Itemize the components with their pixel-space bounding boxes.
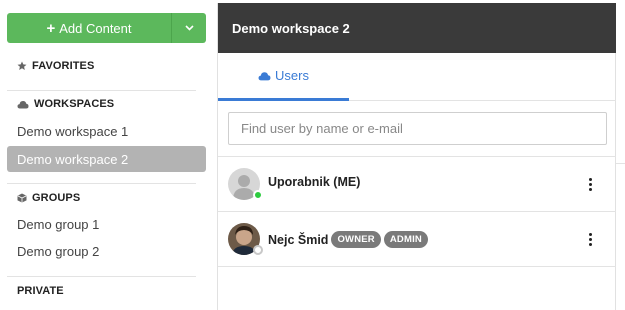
more-options-icon[interactable] [584,176,596,192]
cloud-icon [17,100,29,108]
section-groups[interactable]: GROUPS [17,192,80,204]
star-icon [17,61,27,70]
add-content-main[interactable]: + Add Content [7,13,172,43]
section-private-label: PRIVATE [17,285,64,297]
sidebar-item-label: Demo workspace 1 [17,123,129,139]
divider [7,183,196,184]
divider [7,90,196,91]
sidebar: + Add Content FAVORITES WORKSPACES Demo … [0,0,216,310]
user-search-bar [218,101,616,157]
owner-badge: OWNER [331,231,381,248]
tab-users-label: Users [275,68,309,83]
sidebar-item-demo-workspace-1[interactable]: Demo workspace 1 [7,118,206,144]
section-workspaces-label: WORKSPACES [34,98,115,110]
section-workspaces[interactable]: WORKSPACES [17,98,114,110]
add-content-label: Add Content [59,20,132,36]
sidebar-item-label: Demo group 2 [17,243,100,259]
workspace-tabs: Users [218,53,616,101]
sidebar-item-label: Demo group 1 [17,216,100,232]
tab-users[interactable]: Users [218,53,349,101]
page-title: Demo workspace 2 [232,20,350,36]
divider [7,276,196,277]
add-content-dropdown-toggle[interactable] [172,13,206,43]
cube-icon [17,193,27,203]
workspace-panel: Demo workspace 2 Users Uporabnik (ME) [217,3,616,310]
sidebar-item-demo-workspace-2[interactable]: Demo workspace 2 [7,146,206,172]
admin-badge: ADMIN [383,231,428,248]
user-row[interactable]: Uporabnik (ME) [218,157,616,212]
section-private[interactable]: PRIVATE [17,285,64,297]
user-row[interactable]: Nejc Šmid OWNER ADMIN [218,212,616,267]
more-options-icon[interactable] [584,231,596,247]
chevron-down-icon [184,25,194,31]
offline-status-icon [253,245,263,255]
sidebar-item-demo-group-1[interactable]: Demo group 1 [7,211,206,237]
user-name: Nejc Šmid OWNER ADMIN [268,231,428,248]
user-name-text: Nejc Šmid [268,232,329,247]
cloud-icon [258,71,271,80]
search-input[interactable] [228,112,607,145]
online-status-icon [253,190,263,200]
section-groups-label: GROUPS [32,192,81,204]
workspace-header: Demo workspace 2 [218,3,616,53]
sidebar-item-label: Demo workspace 2 [17,151,129,167]
sidebar-item-demo-group-2[interactable]: Demo group 2 [7,238,206,264]
user-name-text: Uporabnik (ME) [268,175,361,189]
plus-icon: + [46,19,56,37]
section-favorites[interactable]: FAVORITES [17,60,94,72]
section-favorites-label: FAVORITES [32,60,95,72]
add-content-button[interactable]: + Add Content [7,13,206,43]
user-name: Uporabnik (ME) [268,175,360,189]
divider [616,163,625,164]
